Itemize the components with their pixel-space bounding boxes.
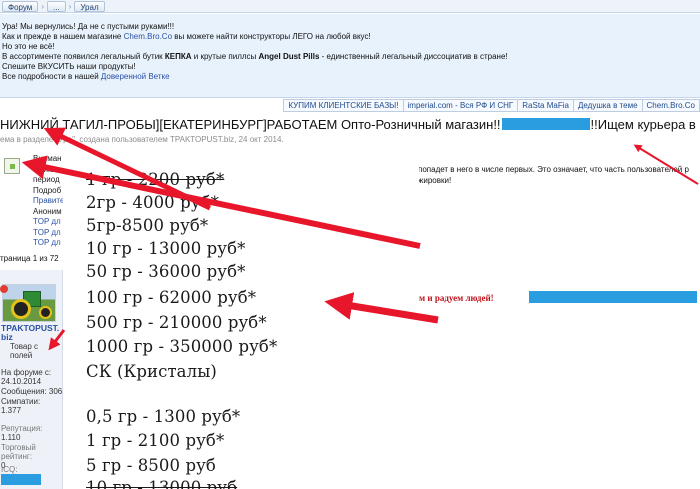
announcement-body: попадет в него в числе первых. Это означ…: [418, 165, 689, 186]
avatar[interactable]: [2, 284, 56, 322]
thread-title-text: НИЖНИЙ ТАГИЛ-ПРОБЫ][ЕКАТЕРИНБУРГ]РАБОТАЕ…: [0, 117, 501, 132]
price-line: 5 гр - 8500 руб: [86, 456, 216, 475]
notice-line: Как и прежде в нашем магазине Chem.Bro.C…: [2, 32, 700, 42]
price-line: 10 гр - 13000 руб: [86, 478, 238, 489]
username-link[interactable]: biz: [1, 333, 13, 342]
breadcrumb-separator: ›: [68, 1, 72, 11]
sponsor-link[interactable]: Chem.Bro.Co: [641, 99, 700, 112]
notice-line: Все подробности в нашей Доверенной Ветке: [2, 72, 700, 82]
section-link[interactable]: Ура: [58, 135, 72, 144]
user-trade-label: рейтинг:: [1, 452, 33, 461]
price-line: 100 гр - 62000 руб*: [86, 288, 257, 307]
breadcrumb: Форум › ... › Урал: [0, 0, 700, 13]
breadcrumb-ural[interactable]: Урал: [74, 0, 105, 12]
redaction-box: [529, 291, 697, 303]
sponsor-link[interactable]: imperial.com - Вся РФ И СНГ: [402, 99, 518, 112]
breadcrumb-ellipsis[interactable]: ...: [46, 0, 66, 12]
announcement-body-line: попадет в него в числе первых. Это означ…: [418, 165, 689, 174]
notice-icon: [4, 158, 20, 174]
subtitle-text: ема в разделе ": [0, 135, 59, 144]
announcement-line: Вниман: [33, 154, 62, 163]
notice-shop-link[interactable]: Chem.Bro.Co: [124, 32, 172, 41]
notice-bold: Angel Dust Pills: [258, 52, 320, 61]
notice-text: Как и прежде в нашем магазине: [2, 32, 124, 41]
user-likes-label: Симпатии:: [1, 397, 41, 406]
notice-text: и крутые пиллсы: [191, 52, 259, 61]
user-joined-label: На форуме с:: [1, 368, 52, 377]
notice-trusted-thread-link[interactable]: Доверенной Ветке: [101, 72, 170, 81]
breadcrumb-separator: ›: [41, 1, 44, 11]
notice-text: вы можете найти конструкторы ЛЕГО на люб…: [172, 32, 371, 41]
thread-title-text: !!Ищем курьера в НТ: [590, 117, 700, 132]
price-heading: СК (Кристалы): [86, 362, 217, 381]
user-rep-value: 1.110: [1, 433, 21, 442]
notice-text: В ассортименте появился легальный бутик: [2, 52, 165, 61]
subtitle-text: ", создана пользователем TPAKTOPUST.biz,…: [72, 135, 284, 144]
notice-text: Все подробности в нашей: [2, 72, 101, 81]
forum-notice: Ура! Мы вернулись! Да не с пустыми рукам…: [0, 14, 700, 98]
breadcrumb-forum[interactable]: Форум: [2, 0, 39, 12]
user-status: полей: [10, 351, 33, 360]
thread-subtitle: ема в разделе "Ура", создана пользовател…: [0, 135, 284, 144]
price-line: 5гр-8500 руб*: [86, 216, 209, 235]
post-text: таем и радуем людей!: [406, 293, 494, 303]
notice-line: Ура! Мы вернулись! Да не с пустыми рукам…: [2, 22, 175, 31]
notice-bold: КЕПКА: [164, 52, 192, 61]
user-rep-label: Репутация:: [1, 424, 43, 433]
notice-line: В ассортименте появился легальный бутик …: [2, 52, 700, 62]
sponsor-link[interactable]: Дедушка в теме: [572, 99, 642, 112]
sponsor-link[interactable]: RaSta MaFia: [517, 99, 573, 112]
user-joined-value: 24.10.2014: [1, 377, 42, 386]
announcement-body-line: жировки!: [418, 175, 452, 185]
notice-line: Но это не всё!: [2, 42, 55, 51]
user-trade-label: Торговый: [1, 443, 36, 452]
redaction-box: [501, 118, 590, 130]
redaction-box: [1, 474, 41, 485]
pagination-label: траница 1 из 72: [0, 254, 59, 263]
user-icq-label: ICQ:: [1, 465, 18, 474]
price-line: 50 гр - 36000 руб*: [86, 262, 246, 281]
user-likes-value: 1.377: [1, 406, 22, 415]
price-line: 1000 гр - 350000 руб*: [86, 337, 278, 356]
price-line: 10 гр - 13000 руб*: [86, 239, 246, 258]
price-line: 2гр - 4000 руб*: [86, 193, 219, 212]
notice-text: - единственный легальный диссоциатив в с…: [319, 52, 508, 61]
sponsor-link-bar: КУПИМ КЛИЕНТСКИЕ БАЗЫ! imperial.com - Вс…: [283, 99, 700, 112]
user-status: Товар с: [10, 342, 38, 351]
user-posts: Сообщения: 306: [1, 387, 63, 396]
price-line: 500 гр - 210000 руб*: [86, 313, 267, 332]
sponsor-link[interactable]: КУПИМ КЛИЕНТСКИЕ БАЗЫ!: [283, 99, 403, 112]
notice-line: Спешите ВКУСИТЬ наши продукты!: [2, 62, 136, 71]
price-line: 0,5 гр - 1300 руб*: [86, 407, 241, 426]
rank-badge-icon: [0, 285, 8, 293]
price-line: 1 гр - 2100 руб*: [86, 431, 225, 450]
price-line: 1 гр - 2200 руб*: [86, 170, 225, 189]
thread-title: НИЖНИЙ ТАГИЛ-ПРОБЫ][ЕКАТЕРИНБУРГ]РАБОТАЕ…: [0, 117, 700, 133]
